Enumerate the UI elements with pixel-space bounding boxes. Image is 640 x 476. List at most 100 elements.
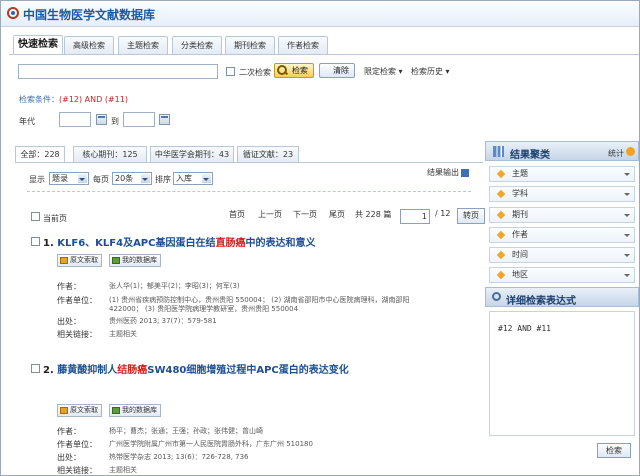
logo-icon (7, 7, 19, 19)
bullet-icon (496, 250, 506, 260)
search-input[interactable] (18, 64, 218, 79)
record-authors[interactable]: 张人华(1)；郁美平(2)；李昭(3)；何军(3) (109, 281, 240, 291)
calendar-icon[interactable] (159, 114, 170, 125)
next-page-link[interactable]: 下一页 (293, 209, 317, 220)
source-label: 出处： (57, 317, 81, 326)
export-icon (461, 168, 469, 177)
total-count: 共 228 篇 (355, 210, 392, 219)
search-icon (277, 65, 288, 76)
chevron-down-icon (624, 173, 630, 179)
expression-title: 详细检索表达式 (506, 296, 576, 307)
year-to-input[interactable] (123, 112, 155, 127)
expression-text: #12 AND #11 (498, 324, 551, 333)
expression-header: 详细检索表达式 (485, 287, 639, 307)
tab-quick-search[interactable]: 快速检索 (13, 35, 63, 55)
fulltext-request-button[interactable]: 原文索取 (57, 404, 102, 417)
cluster-icon (493, 146, 504, 157)
bullet-icon (496, 270, 506, 280)
divider (15, 162, 483, 163)
display-label: 显示 (29, 175, 45, 184)
record-affiliation: 422000； (3) 贵阳医学院病理学教研室，贵州贵阳 550004 (109, 305, 299, 313)
export-link[interactable]: 结果输出 (427, 167, 469, 178)
tab-evidence-literature[interactable]: 循证文献：23 (237, 146, 299, 162)
database-icon (112, 257, 120, 264)
record-source[interactable]: 贵州医药 2013; 37(7)：579-581 (109, 316, 217, 326)
app-title: 中国生物医学文献数据库 (23, 8, 156, 22)
tab-all-results[interactable]: 全部：228 (15, 146, 65, 162)
record-title[interactable]: 1. KLF6、KLF4及APC基因蛋白在结直肠癌中的表达和意义 (43, 234, 315, 249)
search-condition: 检索条件：(#12) AND (#11) (19, 95, 128, 104)
page-total: / 12 (435, 209, 451, 218)
cluster-header: 结果聚类 统计 (485, 141, 639, 161)
chevron-down-icon (624, 274, 630, 280)
related-link[interactable]: 主题相关 (109, 465, 137, 475)
tab-core-journals[interactable]: 核心期刊：125 (73, 146, 147, 162)
secondary-search-label: 二次检索 (239, 68, 271, 77)
tab-subject-search[interactable]: 主题检索 (118, 36, 168, 54)
fulltext-request-button[interactable]: 原文索取 (57, 254, 102, 267)
year-label: 年代 (19, 117, 35, 126)
bullet-icon (496, 189, 506, 199)
facet-journal[interactable]: 期刊 (489, 207, 635, 223)
my-database-button[interactable]: 我的数据库 (109, 254, 161, 267)
related-label: 相关链接： (57, 330, 97, 339)
perpage-select[interactable]: 20条 (112, 172, 152, 185)
search-history-link[interactable]: 检索历史 ▾ (411, 66, 450, 77)
calendar-icon[interactable] (96, 114, 107, 125)
related-link[interactable]: 主题相关 (109, 329, 137, 339)
select-page-checkbox[interactable] (31, 212, 40, 221)
tab-journal-search[interactable]: 期刊检索 (225, 36, 275, 54)
expression-search-button[interactable]: 检索 (597, 443, 631, 458)
expression-textarea[interactable]: #12 AND #11 (489, 311, 635, 436)
bullet-icon (496, 169, 506, 179)
page-number-input[interactable]: 1 (400, 209, 430, 224)
secondary-search-checkbox[interactable] (226, 67, 235, 76)
current-page-label: 当前页 (43, 214, 67, 223)
author-label: 作者： (57, 282, 81, 291)
fulltext-icon (60, 257, 68, 264)
chevron-down-icon (624, 254, 630, 260)
divider (27, 191, 471, 192)
record-checkbox[interactable] (31, 364, 40, 373)
my-database-button[interactable]: 我的数据库 (109, 404, 161, 417)
database-icon (112, 407, 120, 414)
tab-classification-search[interactable]: 分类检索 (172, 36, 222, 54)
facet-time[interactable]: 时间 (489, 247, 635, 263)
year-from-input[interactable] (59, 112, 91, 127)
limit-search-link[interactable]: 限定检索 ▾ (364, 66, 403, 77)
tab-cma-journals[interactable]: 中华医学会期刊：43 (150, 146, 234, 162)
source-label: 出处： (57, 453, 81, 462)
stat-link[interactable]: 统计 (608, 148, 624, 159)
facet-author[interactable]: 作者 (489, 227, 635, 243)
tab-advanced-search[interactable]: 高级检索 (64, 36, 114, 54)
app-window: 中国生物医学文献数据库 快速检索 高级检索 主题检索 分类检索 期刊检索 作者检… (0, 0, 640, 476)
prev-page-link[interactable]: 上一页 (258, 209, 282, 220)
affiliation-label: 作者单位： (57, 440, 97, 449)
tab-author-search[interactable]: 作者检索 (278, 36, 328, 54)
sort-label: 排序 (155, 175, 171, 184)
clear-button[interactable]: 清除 (319, 63, 355, 78)
go-page-button[interactable]: 转页 (457, 208, 485, 224)
sort-select[interactable]: 入库 (173, 172, 213, 185)
year-to-label: 到 (111, 117, 119, 126)
record-authors[interactable]: 杨平；曹杰；张通；王强；孙政；张伟健；曾山崎 (109, 426, 263, 436)
first-page-link[interactable]: 首页 (229, 209, 245, 220)
record-source[interactable]: 热带医学杂志 2013; 13(6)：726-728, 736 (109, 452, 249, 462)
stat-icon[interactable] (626, 147, 635, 156)
results-panel: 全部：228 核心期刊：125 中华医学会期刊：43 循证文献：23 显示 题录… (15, 146, 485, 475)
last-page-link[interactable]: 尾页 (329, 209, 345, 220)
record-checkbox[interactable] (31, 237, 40, 246)
fulltext-icon (60, 407, 68, 414)
cluster-title: 结果聚类 (510, 150, 550, 161)
facet-region[interactable]: 地区 (489, 267, 635, 283)
facet-discipline[interactable]: 学科 (489, 186, 635, 202)
chevron-down-icon (624, 234, 630, 240)
bullet-icon (496, 230, 506, 240)
author-label: 作者： (57, 427, 81, 436)
record-title[interactable]: 2. 藤黄酸抑制人结肠癌SW480细胞增殖过程中APC蛋白的表达变化 (43, 361, 349, 376)
sidebar: 结果聚类 统计 主题 学科 期刊 作者 时间 地区 详细检索表达式 #12 AN… (485, 141, 639, 475)
facet-subject[interactable]: 主题 (489, 166, 635, 182)
display-select[interactable]: 题录 (49, 172, 89, 185)
title-bar: 中国生物医学文献数据库 (1, 1, 639, 27)
related-label: 相关链接： (57, 466, 97, 475)
